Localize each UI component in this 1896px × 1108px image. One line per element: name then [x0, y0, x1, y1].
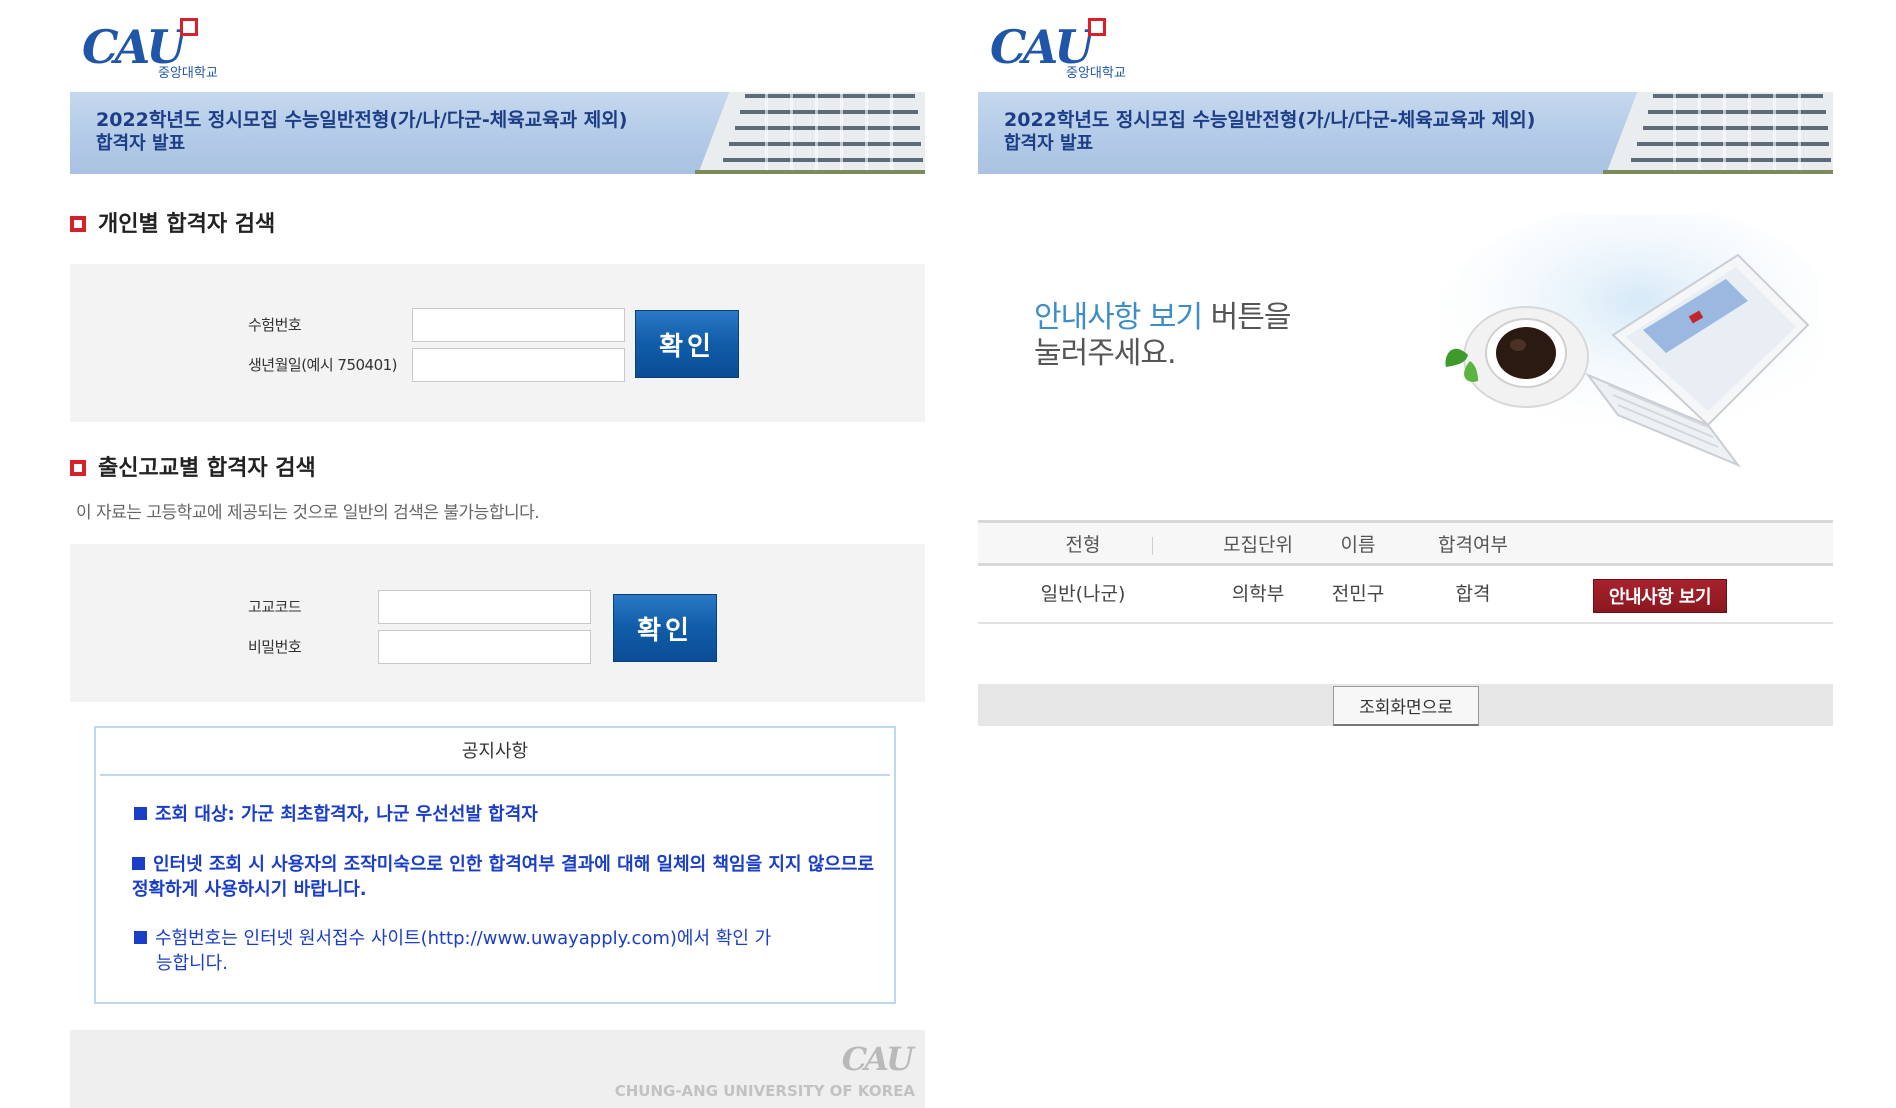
notice-item: 조회 대상: 가군 최초합격자, 나군 우선선발 합격자 [134, 802, 879, 827]
column-header: 전형 [1065, 534, 1101, 556]
table-cell: 전민구 [1331, 583, 1385, 605]
notice-box: 공지사항 조회 대상: 가군 최초합격자, 나군 우선선발 합격자 인터넷 조회… [94, 726, 896, 1004]
guide-message: 안내사항 보기 버튼을 눌러주세요. [1034, 300, 1292, 372]
table-cell: 합격 [1455, 583, 1491, 605]
page-banner: 2022학년도 정시모집 수능일반전형(가/나/다군-체육교육과 제외) 합격자… [978, 92, 1833, 174]
notice-item-text: 인터넷 조회 시 사용자의 조작미숙으로 인한 합격여부 결과에 대해 일체의 … [132, 854, 875, 900]
view-guide-button[interactable]: 안내사항 보기 [1593, 579, 1727, 613]
column-header: 합격여부 [1438, 534, 1508, 556]
notice-item-text: 조회 대상: 가군 최초합격자, 나군 우선선발 합격자 [155, 804, 538, 825]
result-table: 전형 모집단위 이름 합격여부 일반(나군) 의학부 전민구 합격 안내사항 보… [978, 520, 1833, 624]
logo-square-icon [180, 18, 198, 36]
section-bullet-icon [70, 460, 86, 476]
individual-search-title: 개인별 합격자 검색 [70, 206, 275, 238]
exam-number-label: 수험번호 [248, 316, 302, 334]
school-search-title-text: 출신고교별 합격자 검색 [98, 456, 316, 481]
banner-title: 2022학년도 정시모집 수능일반전형(가/나/다군-체육교육과 제외) [96, 109, 628, 131]
school-search-title: 출신고교별 합격자 검색 [70, 450, 316, 482]
campus-building-icon [695, 92, 925, 174]
birthdate-input[interactable] [412, 348, 625, 382]
individual-confirm-button[interactable]: 확인 [635, 310, 739, 378]
footer-text: CHUNG-ANG UNIVERSITY OF KOREA [614, 1082, 915, 1100]
notice-item-text: 수험번호는 인터넷 원서접수 사이트(http://www.uwayapply.… [155, 928, 772, 974]
school-code-label: 고교코드 [248, 598, 302, 616]
table-cell: 의학부 [1231, 583, 1285, 605]
laptop-coffee-illustration [1438, 215, 1818, 468]
university-logo[interactable]: CAU 중앙대학교 [990, 18, 1140, 81]
school-code-input[interactable] [378, 590, 591, 624]
logo-square-icon [1088, 18, 1106, 36]
section-bullet-icon [70, 216, 86, 232]
back-to-search-button[interactable]: 조회화면으로 [1333, 686, 1479, 726]
bullet-square-icon [132, 857, 145, 870]
guide-line1-rest: 버튼을 [1202, 300, 1292, 335]
guide-line2: 눌러주세요. [1034, 336, 1177, 371]
notice-item: 수험번호는 인터넷 원서접수 사이트(http://www.uwayapply.… [134, 926, 784, 976]
individual-search-title-text: 개인별 합격자 검색 [98, 212, 276, 237]
column-divider [1152, 537, 1153, 555]
footer-logo: CAU [841, 1040, 914, 1078]
school-confirm-button[interactable]: 확인 [613, 594, 717, 662]
table-row: 일반(나군) 의학부 전민구 합격 안내사항 보기 [978, 566, 1833, 624]
notice-title: 공지사항 [100, 728, 890, 776]
table-header-row: 전형 모집단위 이름 합격여부 [978, 520, 1833, 566]
password-label: 비밀번호 [248, 638, 302, 656]
notice-item: 인터넷 조회 시 사용자의 조작미숙으로 인한 합격여부 결과에 대해 일체의 … [132, 852, 877, 902]
campus-building-icon [1603, 92, 1833, 174]
guide-highlight: 안내사항 보기 [1034, 300, 1203, 335]
bullet-square-icon [134, 931, 147, 944]
page-banner: 2022학년도 정시모집 수능일반전형(가/나/다군-체육교육과 제외) 합격자… [70, 92, 925, 174]
banner-title: 2022학년도 정시모집 수능일반전형(가/나/다군-체육교육과 제외) [1004, 109, 1536, 131]
logo-subtitle: 중앙대학교 [1066, 66, 1126, 81]
school-search-description: 이 자료는 고등학교에 제공되는 것으로 일반의 검색은 불가능합니다. [76, 503, 540, 523]
logo-subtitle: 중앙대학교 [158, 66, 218, 81]
column-header: 모집단위 [1223, 534, 1293, 556]
individual-search-form: 수험번호 생년월일(예시 750401) 확인 [70, 264, 925, 422]
bottom-bar: 조회화면으로 [978, 684, 1833, 726]
password-input[interactable] [378, 630, 591, 664]
banner-subtitle: 합격자 발표 [1004, 133, 1094, 154]
table-cell: 일반(나군) [1040, 583, 1126, 605]
exam-number-input[interactable] [412, 308, 625, 342]
bullet-square-icon [134, 807, 147, 820]
university-logo[interactable]: CAU 중앙대학교 [82, 18, 232, 81]
birthdate-label: 생년월일(예시 750401) [248, 356, 398, 374]
column-header: 이름 [1340, 534, 1376, 556]
page-footer: CAU CHUNG-ANG UNIVERSITY OF KOREA [70, 1030, 925, 1108]
banner-subtitle: 합격자 발표 [96, 133, 186, 154]
school-search-form: 고교코드 비밀번호 확인 [70, 544, 925, 702]
